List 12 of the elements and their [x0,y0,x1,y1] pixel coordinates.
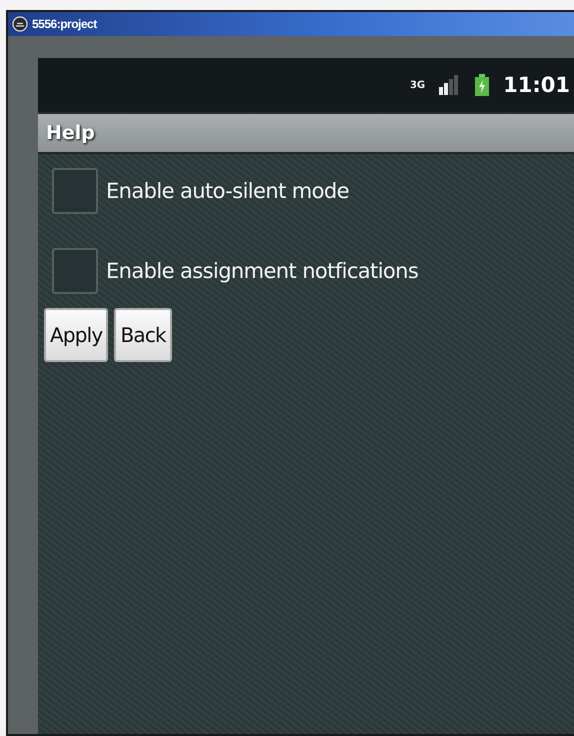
screen-title: Help [46,121,95,146]
action-button[interactable]: Back [114,308,172,362]
checkbox[interactable] [52,248,98,294]
app-icon [12,16,28,32]
window-title: 5556:project [32,17,97,31]
action-button[interactable]: Apply [44,308,108,362]
clock: 11:01 [503,73,570,97]
checkbox-label: Enable auto-silent mode [106,179,349,203]
checkbox-label: Enable assignment notfications [106,259,418,283]
network-type-label: 3G [410,80,426,90]
battery-icon [475,74,490,96]
checkbox[interactable] [52,168,98,214]
